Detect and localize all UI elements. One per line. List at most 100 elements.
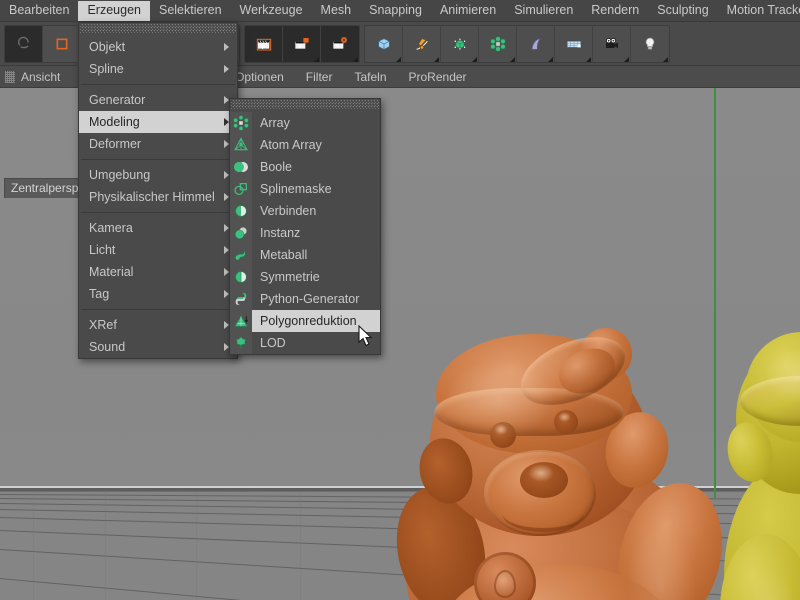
menu-item-label: Metaball: [252, 244, 380, 266]
toolbar-button-array-generator[interactable]: [479, 25, 517, 63]
menu-drag-grip[interactable]: [80, 24, 236, 33]
menu-item-label: XRef: [89, 318, 117, 332]
toolbar-button-spline-pen[interactable]: [403, 25, 441, 63]
menu-item-material[interactable]: Material: [79, 261, 237, 283]
python-generator-icon: [230, 288, 252, 310]
menu-item-label: Tag: [89, 287, 109, 301]
menu-item-generator[interactable]: Generator: [79, 89, 237, 111]
toolbar-button-autokeying[interactable]: [283, 25, 321, 63]
toolbar-button-undo-redo[interactable]: [5, 25, 43, 63]
menu-item-sound[interactable]: Sound: [79, 336, 237, 358]
menu-item-label: Verbinden: [252, 200, 380, 222]
menu-item-kamera[interactable]: Kamera: [79, 217, 237, 239]
menubar-item-snapping[interactable]: Snapping: [360, 1, 431, 21]
button-submenu-corner-icon[interactable]: [586, 57, 591, 62]
toolbar-button-environment-floor[interactable]: [555, 25, 593, 63]
y-axis-line: [714, 88, 716, 498]
menu-separator: [81, 212, 235, 213]
viewport-menu-tafeln[interactable]: Tafeln: [354, 70, 386, 84]
button-submenu-corner-icon[interactable]: [472, 57, 477, 62]
button-submenu-corner-icon[interactable]: [434, 57, 439, 62]
menubar-item-motion-tracker[interactable]: Motion Tracker: [718, 1, 800, 21]
menu-item-label: Python-Generator: [252, 288, 380, 310]
menu-item-objekt[interactable]: Objekt: [79, 36, 237, 58]
toolbar-button-rectangle-selection[interactable]: [43, 25, 81, 63]
menu-item-spline[interactable]: Spline: [79, 58, 237, 80]
viewport-header-grip[interactable]: [5, 71, 15, 83]
environment-floor-icon: [566, 36, 582, 52]
toolbar-button-cube-primitive[interactable]: [365, 25, 403, 63]
cube-primitive-icon: [376, 36, 392, 52]
menu-item-atom-array[interactable]: Atom Array: [230, 134, 380, 156]
menubar-item-erzeugen[interactable]: Erzeugen: [78, 1, 150, 21]
menubar-item-mesh[interactable]: Mesh: [312, 1, 361, 21]
menu-item-label: Generator: [89, 93, 145, 107]
menu-item-xref[interactable]: XRef: [79, 314, 237, 336]
menu-item-licht[interactable]: Licht: [79, 239, 237, 261]
menu-item-tag[interactable]: Tag: [79, 283, 237, 305]
undo-redo-icon: [16, 36, 32, 52]
menu-item-splinemaske[interactable]: Splinemaske: [230, 178, 380, 200]
menu-item-symmetrie[interactable]: Symmetrie: [230, 266, 380, 288]
atom-array-icon: [230, 134, 252, 156]
menu-item-label: Spline: [89, 62, 124, 76]
viewport-menu-optionen[interactable]: Optionen: [235, 70, 284, 84]
button-submenu-corner-icon[interactable]: [510, 57, 515, 62]
menu-modeling-submenu[interactable]: ArrayAtom ArrayBooleSplinemaskeVerbinden…: [229, 98, 381, 355]
menubar-item-simulieren[interactable]: Simulieren: [505, 1, 582, 21]
generator-cube-icon: [452, 36, 468, 52]
menu-item-physikalischer-himmel[interactable]: Physikalischer Himmel: [79, 186, 237, 208]
button-submenu-corner-icon[interactable]: [314, 57, 319, 62]
menubar-item-rendern[interactable]: Rendern: [582, 1, 648, 21]
viewport-menu-prorender[interactable]: ProRender: [409, 70, 467, 84]
menu-item-label: Umgebung: [89, 168, 150, 182]
menu-item-label: Kamera: [89, 221, 133, 235]
menubar-item-bearbeiten[interactable]: Bearbeiten: [0, 1, 78, 21]
button-submenu-corner-icon[interactable]: [624, 57, 629, 62]
viewport-menu-ansicht[interactable]: Ansicht: [21, 70, 60, 84]
menu-item-instanz[interactable]: Instanz: [230, 222, 380, 244]
menubar-item-selektieren[interactable]: Selektieren: [150, 1, 231, 21]
menu-item-label: Physikalischer Himmel: [89, 190, 215, 204]
menu-erzeugen[interactable]: Objekt Spline Generator Modeling Deformer Umg…: [78, 22, 238, 359]
menu-item-modeling[interactable]: Modeling: [79, 111, 237, 133]
menu-item-label: Splinemaske: [252, 178, 380, 200]
polygon-reduction-icon: [230, 310, 252, 332]
button-submenu-corner-icon[interactable]: [663, 57, 668, 62]
toolbar-button-record-keyframe[interactable]: [245, 25, 283, 63]
menu-separator: [81, 84, 235, 85]
bear-smile: [502, 494, 584, 532]
menubar-item-werkzeuge[interactable]: Werkzeuge: [231, 1, 312, 21]
button-submenu-corner-icon[interactable]: [548, 57, 553, 62]
viewport-menu-filter[interactable]: Filter: [306, 70, 333, 84]
menu-item-label: Modeling: [89, 115, 140, 129]
menu-item-umgebung[interactable]: Umgebung: [79, 164, 237, 186]
button-submenu-corner-icon[interactable]: [353, 57, 358, 62]
menu-item-label: Symmetrie: [252, 266, 380, 288]
menu-item-label: Instanz: [252, 222, 380, 244]
toolbar-button-generator-cube[interactable]: [441, 25, 479, 63]
cinema4d-window: BearbeitenErzeugenSelektierenWerkzeugeMe…: [0, 0, 800, 600]
menu-item-array[interactable]: Array: [230, 112, 380, 134]
gummy-bear-brown[interactable]: [398, 336, 728, 600]
menubar-item-animieren[interactable]: Animieren: [431, 1, 505, 21]
toolbar-button-deformer[interactable]: [517, 25, 555, 63]
gummy-bear-yellow[interactable]: [730, 338, 800, 600]
menu-item-label: Atom Array: [252, 134, 380, 156]
menu-item-python-generator[interactable]: Python-Generator: [230, 288, 380, 310]
instance-icon: [230, 222, 252, 244]
menu-item-deformer[interactable]: Deformer: [79, 133, 237, 155]
menu-item-label: Material: [89, 265, 133, 279]
record-keyframe-icon: [256, 36, 272, 52]
button-submenu-corner-icon[interactable]: [396, 57, 401, 62]
submenu-arrow-icon: [224, 43, 229, 51]
menu-item-boole[interactable]: Boole: [230, 156, 380, 178]
submenu-drag-grip[interactable]: [231, 100, 379, 109]
menu-item-metaball[interactable]: Metaball: [230, 244, 380, 266]
menubar-item-sculpting[interactable]: Sculpting: [648, 1, 717, 21]
menu-item-verbinden[interactable]: Verbinden: [230, 200, 380, 222]
toolbar-button-camera[interactable]: [593, 25, 631, 63]
toolbar-button-keyframe-settings[interactable]: [321, 25, 359, 63]
toolbar-button-light[interactable]: [631, 25, 669, 63]
rectangle-selection-icon: [54, 36, 70, 52]
